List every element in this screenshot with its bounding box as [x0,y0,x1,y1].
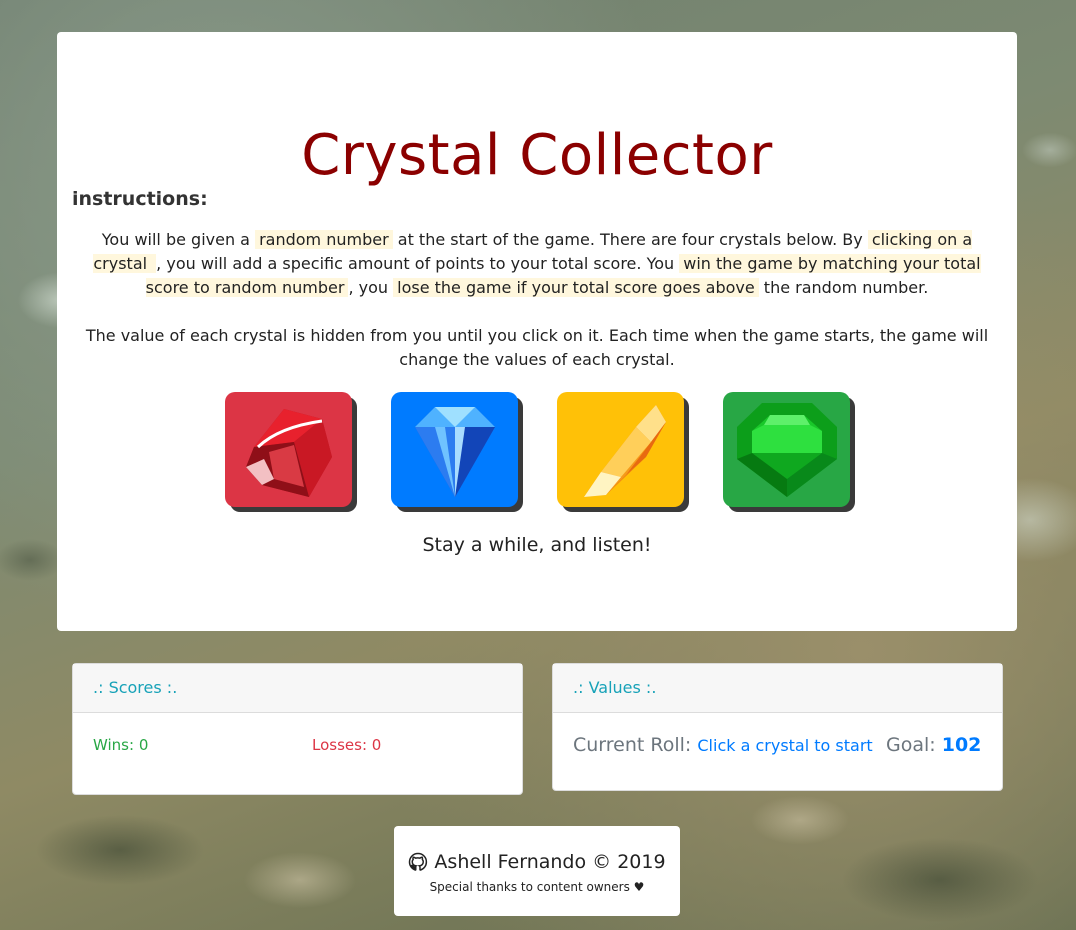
wins-counter: Wins: 0 [93,736,148,754]
footer-card: Ashell Fernando © 2019 Special thanks to… [394,826,680,916]
goal: Goal: 102 [886,734,981,756]
author-text: Ashell Fernando © 2019 [434,851,666,873]
instructions-text: You will be given a [101,230,256,249]
scores-panel: .: Scores :. Wins: 0 Losses: 0 [72,663,523,795]
instructions-text: , you will add a specific amount of poin… [156,254,680,273]
footer-credit: Ashell Fernando © 2019 [394,851,680,873]
ruby-icon [245,409,332,497]
instructions-text: , you [348,278,394,297]
scores-heading: .: Scores :. [73,664,522,713]
crystal-ruby-button[interactable] [225,392,352,507]
losses-counter: Losses: 0 [312,736,381,754]
instructions-highlight: random number [255,230,393,249]
crystal-row [225,392,855,507]
instructions-paragraph: You will be given a random number at the… [81,228,993,300]
emerald-icon [736,403,837,497]
instructions-text: at the start of the game. There are four… [392,230,868,249]
goal-value: 102 [941,734,982,756]
values-heading: .: Values :. [553,664,1002,713]
wins-value: 0 [138,736,149,754]
crystal-topaz-button[interactable] [557,392,684,507]
crystal-emerald-button[interactable] [723,392,850,507]
github-icon[interactable] [408,852,428,872]
goal-label: Goal: [886,734,942,756]
topaz-icon [583,405,666,497]
current-roll-label: Current Roll: [573,734,698,756]
current-roll-value: Click a crystal to start [697,736,873,755]
game-card: Crystal Collector instructions: You will… [57,32,1017,631]
instructions-paragraph-2: The value of each crystal is hidden from… [85,326,989,369]
current-roll: Current Roll: Click a crystal to start [573,734,873,756]
footer-thanks: Special thanks to content owners ♥ [429,880,645,894]
page-title: Crystal Collector [301,123,773,188]
instructions-highlight: lose the game if your total score goes a… [393,278,759,297]
wins-label: Wins: [93,736,139,754]
values-panel: .: Values :. Current Roll: Click a cryst… [552,663,1003,791]
sapphire-icon [414,407,495,497]
game-message: Stay a while, and listen! [422,534,652,556]
crystal-sapphire-button[interactable] [391,392,518,507]
instructions-text: the random number. [758,278,929,297]
losses-value: 0 [371,736,382,754]
losses-label: Losses: [312,736,372,754]
instructions-heading: instructions: [72,188,208,210]
